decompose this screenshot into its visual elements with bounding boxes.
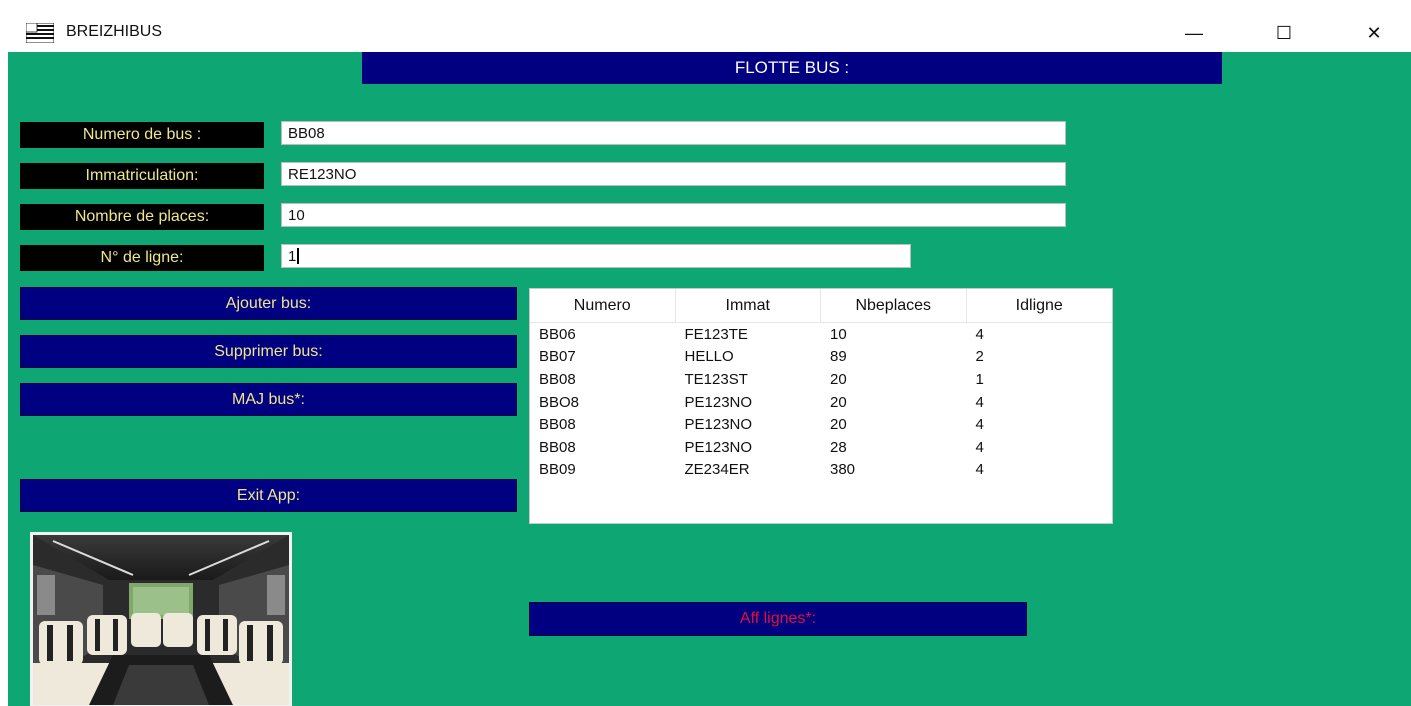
- numero-value: BB08: [288, 124, 325, 142]
- cell-nbeplaces: 380: [830, 461, 856, 479]
- table-row[interactable]: BB08 PE123NO 20 4: [530, 413, 1112, 436]
- places-input[interactable]: 10: [281, 203, 1066, 227]
- main-window: FLOTTE BUS : Numero de bus : BB08 Immatr…: [8, 52, 1411, 706]
- cell-nbeplaces: 28: [830, 438, 847, 456]
- cell-immat: FE123TE: [684, 325, 748, 343]
- column-header-immat[interactable]: Immat: [676, 289, 821, 322]
- cell-nbeplaces: 20: [830, 370, 847, 388]
- minimize-button[interactable]: —: [1171, 14, 1217, 52]
- cell-idligne: 2: [975, 348, 984, 366]
- places-label: Nombre de places:: [20, 204, 264, 230]
- cell-numero: BB06: [539, 325, 576, 343]
- numero-label: Numero de bus :: [20, 122, 264, 148]
- cell-immat: ZE234ER: [684, 461, 750, 479]
- cell-idligne: 4: [975, 393, 984, 411]
- close-button[interactable]: ✕: [1351, 14, 1397, 52]
- table-row[interactable]: BB08 TE123ST 20 1: [530, 368, 1112, 391]
- delete-bus-button[interactable]: Supprimer bus:: [20, 335, 517, 368]
- cell-numero: BBO8: [539, 393, 580, 411]
- cell-nbeplaces: 20: [830, 393, 847, 411]
- cell-immat: PE123NO: [684, 416, 753, 434]
- numero-input[interactable]: BB08: [281, 121, 1066, 145]
- table-row[interactable]: BB07 HELLO 89 2: [530, 346, 1112, 369]
- add-bus-button[interactable]: Ajouter bus:: [20, 287, 517, 320]
- immat-input[interactable]: RE123NO: [281, 162, 1066, 186]
- cell-immat: TE123ST: [684, 370, 748, 388]
- cell-numero: BB09: [539, 461, 576, 479]
- maximize-button[interactable]: ☐: [1261, 14, 1307, 52]
- cell-nbeplaces: 20: [830, 416, 847, 434]
- column-header-numero[interactable]: Numero: [530, 289, 676, 322]
- cell-idligne: 4: [975, 325, 984, 343]
- table-row[interactable]: BB06 FE123TE 10 4: [530, 323, 1112, 346]
- ligne-value: 1: [288, 247, 297, 265]
- ligne-input[interactable]: 1: [281, 244, 911, 268]
- cell-numero: BB08: [539, 416, 576, 434]
- cell-numero: BB08: [539, 370, 576, 388]
- exit-app-button[interactable]: Exit App:: [20, 479, 517, 512]
- immat-label: Immatriculation:: [20, 163, 264, 189]
- title-bar: BREIZHIBUS — ☐ ✕: [8, 14, 1411, 53]
- cell-immat: PE123NO: [684, 393, 753, 411]
- cell-idligne: 1: [975, 370, 984, 388]
- cell-immat: HELLO: [684, 348, 734, 366]
- aff-lignes-button[interactable]: Aff lignes*:: [529, 602, 1027, 636]
- table-row[interactable]: BB08 PE123NO 28 4: [530, 436, 1112, 459]
- cell-nbeplaces: 10: [830, 325, 847, 343]
- cell-idligne: 4: [975, 438, 984, 456]
- column-header-nbeplaces[interactable]: Nbeplaces: [821, 289, 967, 322]
- page-title: FLOTTE BUS :: [362, 52, 1222, 84]
- cell-immat: PE123NO: [684, 438, 753, 456]
- update-bus-button[interactable]: MAJ bus*:: [20, 383, 517, 416]
- bus-table[interactable]: Numero Immat Nbeplaces Idligne BB06 FE12…: [529, 288, 1113, 524]
- flag-icon: [26, 23, 54, 43]
- window-title: BREIZHIBUS: [66, 23, 163, 40]
- text-caret: [297, 248, 300, 264]
- cell-nbeplaces: 89: [830, 348, 847, 366]
- cell-numero: BB07: [539, 348, 576, 366]
- column-header-idligne[interactable]: Idligne: [967, 289, 1113, 322]
- top-strip: [0, 0, 1411, 14]
- places-value: 10: [288, 206, 305, 224]
- cell-numero: BB08: [539, 438, 576, 456]
- ligne-label: N° de ligne:: [20, 245, 264, 271]
- bus-interior-image: [30, 532, 292, 706]
- cell-idligne: 4: [975, 461, 984, 479]
- table-row[interactable]: BB09 ZE234ER 380 4: [530, 459, 1112, 482]
- immat-value: RE123NO: [288, 165, 357, 183]
- table-row[interactable]: BBO8 PE123NO 20 4: [530, 391, 1112, 414]
- table-header: Numero Immat Nbeplaces Idligne: [530, 289, 1112, 323]
- cell-idligne: 4: [975, 416, 984, 434]
